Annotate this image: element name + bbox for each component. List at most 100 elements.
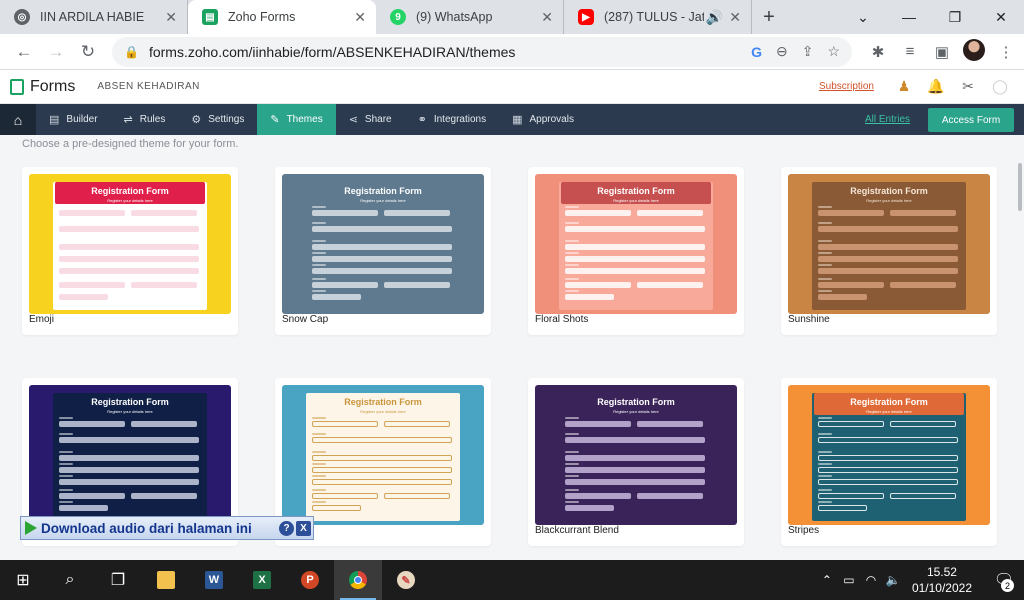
back-button[interactable]: ←	[8, 36, 40, 68]
theme-card[interactable]: Registration Form Register your details h…	[528, 378, 744, 546]
download-audio-label[interactable]: Download audio dari halaman ini	[41, 521, 279, 536]
subscription-link[interactable]: Subscription	[819, 81, 874, 92]
scrollbar[interactable]	[1018, 163, 1022, 211]
preview-field	[565, 467, 705, 473]
wifi-icon[interactable]: ◠	[860, 573, 882, 587]
preview-field	[312, 256, 452, 262]
nav-settings[interactable]: ⚙ Settings	[178, 104, 257, 135]
reload-button[interactable]: ↻	[72, 36, 104, 68]
user-avatar[interactable]: ◯	[984, 78, 1016, 95]
clock[interactable]: 15.52 01/10/2022	[912, 564, 972, 596]
header-actions: Subscription ♟ 🔔 ✂ ◯	[819, 78, 1016, 95]
tab-title: Zoho Forms	[228, 10, 296, 24]
minimize-icon[interactable]: —	[886, 0, 932, 34]
forward-button[interactable]: →	[40, 36, 72, 68]
theme-card[interactable]: Registration Form Register your details h…	[275, 167, 491, 335]
preview-form-title: Registration Form	[850, 397, 928, 407]
close-window-icon[interactable]: ✕	[978, 0, 1024, 34]
close-icon[interactable]: ✕	[354, 9, 366, 26]
access-form-button[interactable]: Access Form	[928, 108, 1014, 132]
word-icon[interactable]: W	[190, 560, 238, 600]
nav-builder[interactable]: ▤ Builder	[36, 104, 111, 135]
close-icon[interactable]: ✕	[729, 9, 741, 26]
excel-icon[interactable]: X	[238, 560, 286, 600]
bookmark-star-icon[interactable]: ☆	[827, 43, 840, 60]
close-download-bar-button[interactable]: X	[296, 520, 311, 536]
nav-label: Approvals	[529, 114, 574, 125]
nav-themes[interactable]: ✎ Themes	[257, 104, 336, 135]
notification-center-icon[interactable]: 🗨 2	[984, 560, 1024, 600]
preview-field-label	[565, 451, 579, 453]
file-explorer-icon[interactable]	[142, 560, 190, 600]
zoho-forms-logo[interactable]: Forms	[10, 78, 75, 96]
browser-tab[interactable]: 9 (9) WhatsApp ✕	[376, 0, 564, 34]
nav-approvals[interactable]: ▦ Approvals	[499, 104, 587, 135]
media-control-icon[interactable]: ≡	[894, 43, 926, 60]
preview-field-label	[818, 264, 832, 266]
close-icon[interactable]: ✕	[165, 9, 177, 26]
profile-avatar[interactable]	[958, 38, 990, 65]
start-icon[interactable]: ⊞	[0, 560, 46, 600]
preview-form-subtitle: Register your details here	[107, 409, 153, 414]
powerpoint-icon[interactable]: P	[286, 560, 334, 600]
preview-field	[312, 455, 452, 461]
preview-field-label	[312, 463, 326, 465]
browser-tab-active[interactable]: ▤ Zoho Forms ✕	[188, 0, 376, 34]
volume-icon[interactable]: 🔈	[882, 573, 904, 587]
nav-rules[interactable]: ⇌ Rules	[111, 104, 179, 135]
preview-field-label	[312, 501, 326, 503]
chevron-down-icon[interactable]: ⌄	[840, 0, 886, 34]
users-icon[interactable]: ♟	[888, 78, 920, 95]
maximize-icon[interactable]: ❐	[932, 0, 978, 34]
zoom-icon[interactable]: ⊖	[776, 43, 788, 60]
all-entries-link[interactable]: All Entries	[865, 114, 910, 125]
search-icon[interactable]: ⌕	[46, 560, 94, 600]
download-audio-bar[interactable]: Download audio dari halaman ini ? X	[20, 516, 314, 540]
theme-card[interactable]: Registration Form Register your details h…	[781, 167, 997, 335]
google-icon[interactable]: G	[751, 44, 762, 60]
theme-preview: Registration Form Register your details h…	[29, 385, 231, 525]
theme-card[interactable]: Registration Form Register your details h…	[528, 167, 744, 335]
preview-field	[890, 210, 956, 216]
theme-name: Emoji	[29, 314, 55, 325]
preview-field-label	[312, 433, 326, 435]
lock-icon[interactable]: 🔒	[124, 45, 139, 59]
chevron-up-icon[interactable]: ⌃	[816, 573, 838, 587]
share-page-icon[interactable]: ⇪	[802, 43, 814, 60]
close-icon[interactable]: ✕	[541, 9, 553, 26]
url-field[interactable]: 🔒 forms.zoho.com/iinhabie/form/ABSENKEHA…	[112, 36, 852, 67]
browser-tab-strip: ◎ IIN ARDILA HABIE ✕ ▤ Zoho Forms ✕ 9 (9…	[0, 0, 1024, 34]
preview-field	[312, 226, 452, 232]
preview-field	[59, 282, 125, 288]
new-tab-button[interactable]: +	[752, 0, 786, 34]
battery-icon[interactable]: ▭	[838, 573, 860, 587]
chrome-icon[interactable]	[334, 560, 382, 600]
preview-field	[637, 421, 703, 427]
preview-field	[312, 505, 361, 511]
more-menu-icon[interactable]: ⋮	[990, 43, 1022, 61]
paint-icon[interactable]: ✎	[382, 560, 430, 600]
nav-share[interactable]: ⋖ Share	[336, 104, 405, 135]
preview-field	[565, 244, 705, 250]
nav-label: Builder	[66, 114, 98, 125]
preview-field-label	[818, 206, 832, 208]
nav-integrations[interactable]: ⚭ Integrations	[405, 104, 499, 135]
extensions-icon[interactable]: ✱	[862, 43, 894, 61]
themes-content: Choose a pre-designed theme for your for…	[0, 135, 1024, 560]
speaker-icon[interactable]: 🔊	[706, 9, 723, 26]
side-panel-icon[interactable]: ▣	[926, 43, 958, 61]
theme-card[interactable]: Registration Form Register your details h…	[22, 167, 238, 335]
tools-icon[interactable]: ✂	[952, 78, 984, 95]
theme-card[interactable]: Registration Form Register your details h…	[781, 378, 997, 546]
browser-tab[interactable]: ◎ IIN ARDILA HABIE ✕	[0, 0, 188, 34]
preview-field	[890, 493, 956, 499]
preview-field	[565, 256, 705, 262]
help-button[interactable]: ?	[279, 520, 294, 536]
browser-tab[interactable]: ▶ (287) TULUS - Jatuh 🔊 ✕	[564, 0, 752, 34]
home-icon[interactable]: ⌂	[0, 104, 36, 135]
preview-field	[384, 210, 450, 216]
bell-icon[interactable]: 🔔	[920, 78, 952, 95]
task-view-icon[interactable]: ❐	[94, 560, 142, 600]
preview-field	[565, 268, 705, 274]
preview-field	[565, 437, 705, 443]
